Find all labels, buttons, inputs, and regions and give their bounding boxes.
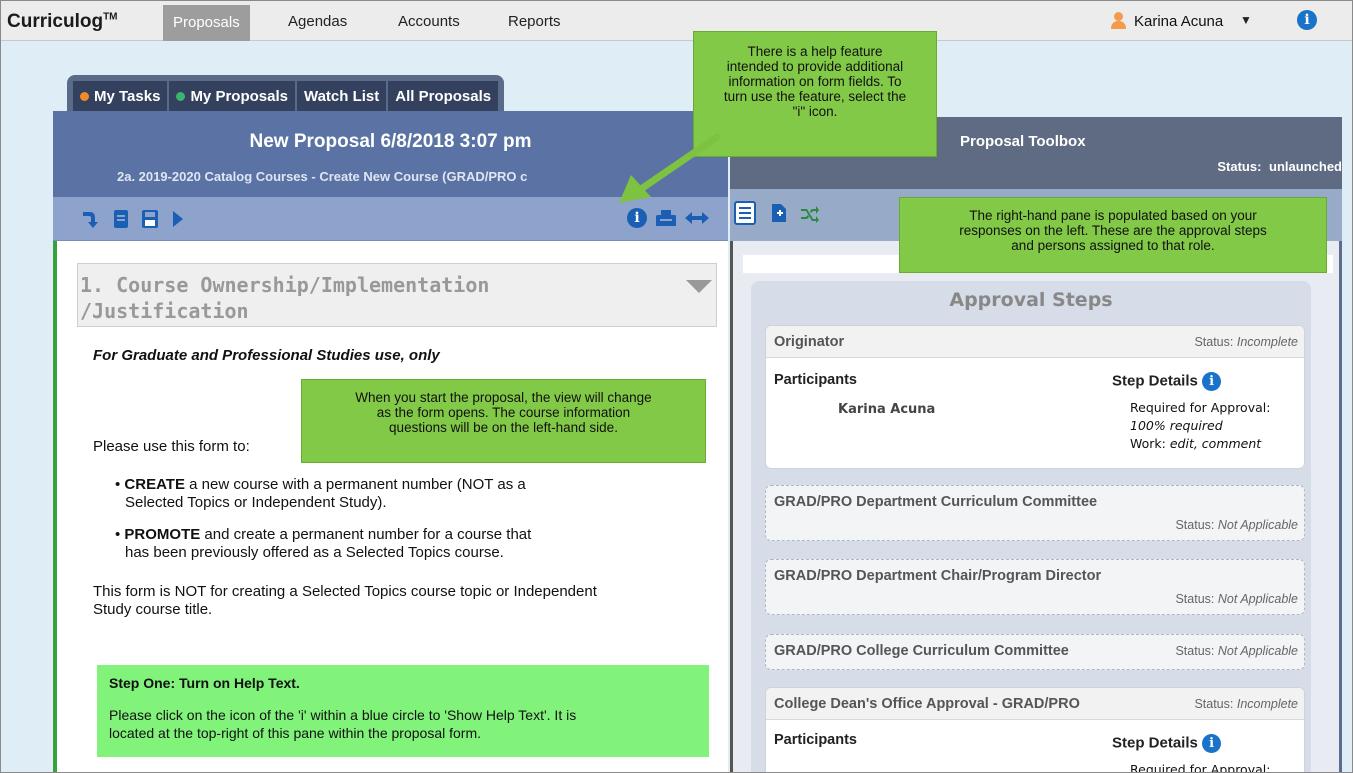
participants-label: Participants [774, 732, 857, 748]
step-card-dept-committee[interactable]: GRAD/PRO Department Curriculum Committee… [765, 485, 1305, 541]
tab-my-tasks[interactable]: My Tasks [73, 81, 168, 111]
use-form-text: Please use this form to: [93, 438, 250, 455]
step-card-college-committee[interactable]: GRAD/PRO College Curriculum Committee St… [765, 634, 1305, 670]
step-card-dept-chair[interactable]: GRAD/PRO Department Chair/Program Direct… [765, 559, 1305, 615]
print-icon[interactable] [655, 208, 677, 228]
bullet-create-cont: Selected Topics or Independent Study). [125, 494, 387, 511]
step-status: Status: Incomplete [1194, 697, 1298, 711]
section-course-ownership[interactable]: 1. Course Ownership/Implementation/Justi… [77, 263, 717, 327]
document-icon[interactable] [113, 209, 129, 229]
tab-all-proposals[interactable]: All Proposals [388, 81, 499, 111]
nav-agendas[interactable]: Agendas [288, 13, 347, 30]
chevron-down-icon[interactable]: ▼ [1240, 13, 1252, 27]
show-help-info-icon[interactable]: i [627, 208, 647, 228]
participants-label: Participants [774, 372, 857, 388]
import-arrow-icon[interactable] [81, 209, 99, 229]
app-logo[interactable]: CurriculogTM [7, 11, 118, 33]
user-icon [1111, 12, 1126, 29]
not-for-text: This form is NOT for creating a Selected… [93, 583, 597, 600]
not-for-text-cont: Study course title. [93, 601, 213, 618]
toolbox-status: Status: unlaunched [1217, 159, 1342, 174]
callout-start-proposal: When you start the proposal, the view wi… [301, 379, 706, 463]
bullet-promote: • PROMOTE and create a permanent number … [115, 526, 532, 543]
callout-help-feature: There is a help feature intended to prov… [693, 31, 937, 157]
step-details[interactable]: Step Details i [1112, 372, 1222, 391]
tab-my-proposals[interactable]: My Proposals [169, 81, 295, 111]
step-details-info-icon[interactable]: i [1202, 372, 1222, 391]
step-name: College Dean's Office Approval - GRAD/PR… [774, 696, 1080, 712]
step-name: Originator [774, 334, 845, 350]
step-card-head: College Dean's Office Approval - GRAD/PR… [766, 688, 1304, 720]
user-menu[interactable]: Karina Acuna [1134, 13, 1223, 30]
nav-accounts[interactable]: Accounts [398, 13, 460, 30]
list-icon[interactable] [734, 201, 756, 225]
proposal-tabs: My Tasks My Proposals Watch List All Pro… [67, 75, 505, 111]
info-icon[interactable]: i [1297, 10, 1317, 30]
step-one-text-cont: located at the top-right of this pane wi… [109, 725, 481, 741]
bullet-promote-cont: has been previously offered as a Selecte… [125, 544, 504, 561]
save-icon[interactable] [141, 209, 159, 229]
toolbox-title: Proposal Toolbox [960, 133, 1086, 150]
nav-reports[interactable]: Reports [508, 13, 561, 30]
callout-right-pane: The right-hand pane is populated based o… [899, 197, 1327, 273]
approval-steps-panel: Approval Steps Originator Status: Incomp… [751, 281, 1311, 773]
work-line: Work: edit, comment [1130, 436, 1262, 451]
step-one-box: Step One: Turn on Help Text. Please clic… [97, 665, 709, 757]
approval-steps-title: Approval Steps [949, 289, 1113, 311]
required-value: 100% required [1130, 418, 1223, 433]
step-status: Status: Not Applicable [1175, 518, 1298, 532]
bullet-create: • CREATE a new course with a permanent n… [115, 476, 526, 493]
step-status: Status: Not Applicable [1175, 644, 1298, 658]
proposal-form: 1. Course Ownership/Implementation/Justi… [53, 241, 728, 772]
dot-icon [80, 91, 89, 101]
step-one-title: Step One: Turn on Help Text. [109, 675, 300, 691]
expand-horizontal-icon[interactable] [685, 211, 709, 225]
participant-name: Karina Acuna [838, 402, 936, 417]
step-details[interactable]: Step Details i [1112, 734, 1222, 753]
shuffle-icon[interactable] [800, 205, 820, 223]
step-name: GRAD/PRO College Curriculum Committee [774, 643, 1069, 659]
collapse-triangle-icon[interactable] [686, 280, 712, 293]
top-nav: CurriculogTM Proposals Agendas Accounts … [1, 1, 1352, 41]
required-label: Required for Approval: [1130, 400, 1271, 415]
step-card-originator[interactable]: Originator Status: Incomplete Participan… [765, 325, 1305, 469]
callout-arrow-icon [619, 133, 721, 203]
nav-proposals[interactable]: Proposals [163, 5, 250, 41]
trademark: TM [103, 11, 118, 23]
proposal-subtitle: 2a. 2019-2020 Catalog Courses - Create N… [117, 169, 528, 184]
step-one-text: Please click on the icon of the 'i' with… [109, 707, 577, 723]
app-window: CurriculogTM Proposals Agendas Accounts … [0, 0, 1353, 773]
step-card-deans-office[interactable]: College Dean's Office Approval - GRAD/PR… [765, 687, 1305, 773]
step-name: GRAD/PRO Department Curriculum Committee [774, 494, 1098, 510]
tab-watch-list[interactable]: Watch List [296, 81, 387, 111]
gps-only-note: For Graduate and Professional Studies us… [93, 347, 440, 364]
step-name: GRAD/PRO Department Chair/Program Direct… [774, 568, 1102, 584]
play-icon[interactable] [171, 209, 185, 229]
section-title: 1. Course Ownership/Implementation/Justi… [80, 273, 490, 323]
step-card-head: Originator Status: Incomplete [766, 326, 1304, 358]
add-file-icon[interactable] [770, 203, 788, 223]
step-details-info-icon[interactable]: i [1202, 734, 1222, 753]
dot-icon [176, 91, 186, 101]
toolbox-body: Approval Steps Originator Status: Incomp… [730, 241, 1342, 773]
required-label: Required for Approval: [1130, 762, 1271, 773]
step-status: Status: Not Applicable [1175, 592, 1298, 606]
step-status: Status: Incomplete [1194, 335, 1298, 349]
